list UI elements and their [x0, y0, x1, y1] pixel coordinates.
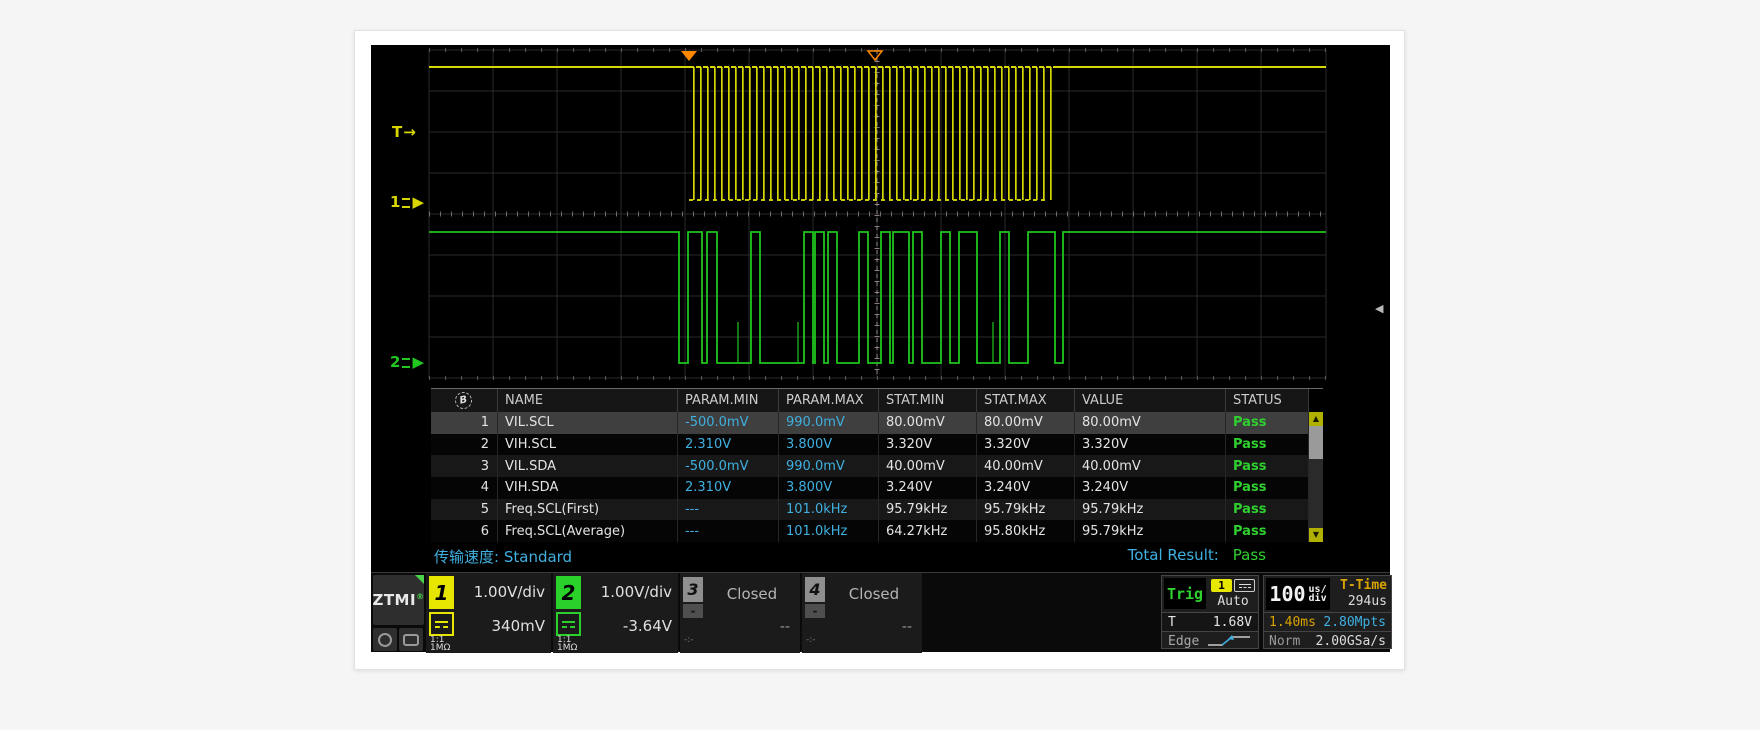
table-scrollbar[interactable]: ▲ ▼	[1309, 412, 1323, 542]
ch1-ground-marker[interactable]: 1 1▶	[390, 195, 424, 210]
status-badge: Pass	[1226, 412, 1309, 434]
dc-coupling-icon	[402, 198, 410, 208]
table-row[interactable]: 3 VIL.SDA -500.0mV 990.0mV 40.00mV 40.00…	[431, 455, 1309, 477]
ch1-offset: 340mV	[491, 617, 545, 635]
bottom-status-bar: ZTMI® 1 1:11MΩ 1.00V/div 340mV 2	[371, 572, 1390, 652]
ch1-volts-per-div: 1.00V/div	[474, 583, 545, 601]
ch4-offset: --	[902, 619, 912, 635]
channel3-panel[interactable]: 3 - -:- Closed --	[680, 573, 800, 653]
channel4-panel[interactable]: 4 - -:- Closed --	[802, 573, 922, 653]
ch2-marker-arrow-icon: ▶	[412, 355, 424, 370]
channel4-badge[interactable]: 4	[805, 577, 825, 602]
trigger-time-marker[interactable]	[681, 51, 697, 61]
ch2-ground-marker[interactable]: 2▶	[390, 355, 424, 370]
col-header-stat-min: STAT.MIN	[879, 389, 977, 412]
col-header-param-max: PARAM.MAX	[779, 389, 879, 412]
trigger-level-arrow-icon: →	[403, 125, 416, 140]
table-header-row: B NAME PARAM.MIN PARAM.MAX STAT.MIN STAT…	[431, 389, 1309, 412]
status-badge: Pass	[1226, 434, 1309, 456]
ch1-coupling-icon	[429, 612, 454, 636]
measurement-table: B NAME PARAM.MIN PARAM.MAX STAT.MIN STAT…	[431, 388, 1323, 542]
brand-logo: ZTMI®	[373, 575, 424, 625]
rising-edge-icon	[1207, 635, 1251, 647]
record-row: 1.40ms 2.80Mpts	[1264, 612, 1391, 631]
delay-reference-marker[interactable]	[868, 51, 882, 60]
trigger-panel[interactable]: Trig 1 Auto T 1.68V Edge	[1161, 575, 1259, 649]
scroll-down-icon[interactable]: ▼	[1309, 528, 1323, 542]
trigger-coupling-icon	[1234, 579, 1255, 592]
col-header-param-min: PARAM.MIN	[678, 389, 779, 412]
ch3-offset: --	[780, 619, 790, 635]
trigger-mode: Auto	[1209, 594, 1257, 609]
touch-gesture-icon[interactable]	[373, 628, 397, 651]
ch1-scl-trace	[429, 67, 1326, 200]
ch4-state: Closed	[832, 585, 916, 603]
trigger-type-row: Edge	[1162, 632, 1258, 650]
ch2-marker-label: 2	[390, 355, 400, 370]
oscilloscope-window: T→ 1 1▶ 2▶ ◀ B NAME PARAM.MIN	[354, 30, 1405, 670]
trigger-level-row: T 1.68V	[1162, 612, 1258, 632]
ch2-volts-per-div: 1.00V/div	[601, 583, 672, 601]
total-result-value: Pass	[1233, 546, 1266, 564]
mouse-gesture-icon[interactable]	[399, 628, 423, 651]
channel1-panel[interactable]: 1 1:11MΩ 1.00V/div 340mV	[426, 573, 551, 653]
channel3-badge[interactable]: 3	[683, 577, 703, 602]
graticule-and-traces	[371, 45, 1390, 383]
status-line: 传输速度: Standard Total Result:Pass	[371, 545, 1390, 567]
scrollbar-thumb[interactable]	[1309, 426, 1323, 459]
col-header-status: STATUS	[1226, 389, 1309, 412]
ch2-coupling-icon	[556, 612, 581, 636]
transfer-speed: 传输速度: Standard	[434, 546, 572, 567]
bus-measure-icon: B	[453, 390, 473, 410]
status-badge: Pass	[1226, 520, 1309, 542]
status-badge: Pass	[1226, 499, 1309, 521]
status-badge: Pass	[1226, 477, 1309, 499]
trigger-status: Trig	[1164, 578, 1206, 609]
ch4-probe-settings: -:-	[806, 635, 816, 645]
ch3-probe-settings: -:-	[684, 635, 694, 645]
table-row[interactable]: 5 Freq.SCL(First) --- 101.0kHz 95.79kHz …	[431, 499, 1309, 521]
status-badge: Pass	[1226, 455, 1309, 477]
col-header-name: NAME	[498, 389, 678, 412]
timebase-scale: 100 us/div	[1266, 578, 1330, 610]
trigger-time: T-Time 294us	[1332, 578, 1387, 610]
scope-screen: T→ 1 1▶ 2▶ ◀ B NAME PARAM.MIN	[371, 45, 1390, 652]
panel-collapse-arrow-icon[interactable]: ◀	[1375, 303, 1383, 314]
col-header-value: VALUE	[1075, 389, 1226, 412]
ch1-marker-label: 1	[390, 195, 400, 210]
trigger-level-label: T	[392, 125, 402, 140]
table-row[interactable]: 4 VIH.SDA 2.310V 3.800V 3.240V 3.240V 3.…	[431, 477, 1309, 499]
ch1-probe-settings: 1:11MΩ	[430, 636, 450, 652]
trigger-level-marker[interactable]: T→	[392, 125, 416, 140]
acquisition-row: Norm 2.00GSa/s	[1264, 631, 1391, 650]
ch3-state: Closed	[710, 585, 794, 603]
scroll-up-icon[interactable]: ▲	[1309, 412, 1323, 426]
ch2-probe-settings: 1:11MΩ	[557, 636, 577, 652]
timebase-panel[interactable]: 100 us/div T-Time 294us 1.40ms 2.80Mpts	[1263, 575, 1392, 649]
total-result: Total Result:Pass	[1128, 546, 1266, 564]
table-row[interactable]: 2 VIH.SCL 2.310V 3.800V 3.320V 3.320V 3.…	[431, 434, 1309, 456]
ch1-marker-arrow-icon: ▶	[412, 195, 424, 210]
ch3-coupling-off-icon: -	[683, 604, 703, 618]
trigger-source-badge[interactable]: 1	[1211, 579, 1232, 592]
table-row[interactable]: 1 VIL.SCL -500.0mV 990.0mV 80.00mV 80.00…	[431, 412, 1309, 434]
ch4-coupling-off-icon: -	[805, 604, 825, 618]
table-row[interactable]: 6 Freq.SCL(Average) --- 101.0kHz 64.27kH…	[431, 520, 1309, 542]
channel2-badge[interactable]: 2	[556, 576, 581, 609]
ch2-offset: -3.64V	[623, 617, 672, 635]
col-header-stat-max: STAT.MAX	[977, 389, 1075, 412]
trigger-level-value: 1.68V	[1213, 615, 1252, 630]
dc-coupling-icon	[402, 358, 410, 368]
waveform-display[interactable]: T→ 1 1▶ 2▶ ◀	[371, 45, 1390, 383]
desktop-background: T→ 1 1▶ 2▶ ◀ B NAME PARAM.MIN	[0, 0, 1760, 730]
channel2-panel[interactable]: 2 1:11MΩ 1.00V/div -3.64V	[553, 573, 678, 653]
channel1-badge[interactable]: 1	[429, 576, 454, 609]
